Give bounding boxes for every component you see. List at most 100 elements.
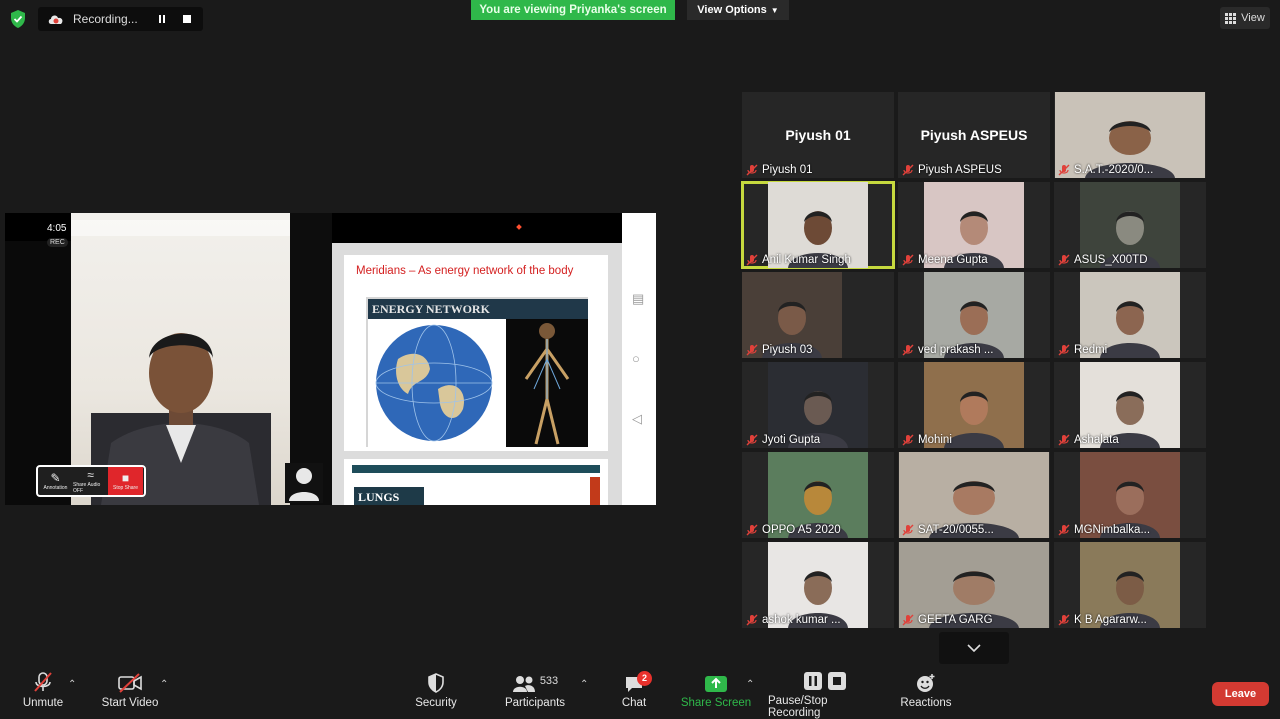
participant-tile[interactable]: ashok kumar ... xyxy=(742,542,894,628)
participant-name: ashok kumar ... xyxy=(762,614,841,626)
presenter-figure xyxy=(91,333,271,505)
participant-name: OPPO A5 2020 xyxy=(762,524,841,536)
security-button[interactable]: Security xyxy=(410,667,462,719)
share-screen-button[interactable]: Share Screen xyxy=(680,667,752,719)
muted-mic-icon xyxy=(1058,614,1070,626)
participant-name: ved prakash ... xyxy=(918,344,994,356)
participants-button[interactable]: 533 Participants xyxy=(502,667,568,719)
reactions-label: Reactions xyxy=(900,697,952,709)
participant-tile[interactable]: MGNimbalka... xyxy=(1054,452,1206,538)
muted-mic-icon xyxy=(1058,254,1070,266)
participant-tile[interactable]: GEETA GARG xyxy=(898,542,1050,628)
chat-label: Chat xyxy=(621,697,647,709)
phone-nav-bar: ▤ ○ ◁ xyxy=(622,213,656,505)
participant-name: Mohini xyxy=(918,434,952,446)
next-page-button[interactable] xyxy=(939,632,1009,664)
pause-stop-recording-label: Pause/Stop Recording xyxy=(768,695,828,719)
participant-tile[interactable]: ved prakash ... xyxy=(898,272,1050,358)
video-options-caret-icon[interactable]: ⌃ xyxy=(160,679,168,690)
participant-tile[interactable]: Piyush ASPEUS Piyush ASPEUS xyxy=(898,92,1050,178)
share-audio-button[interactable]: ≈ Share Audio OFF xyxy=(73,467,108,495)
reactions-button[interactable]: Reactions xyxy=(898,667,954,719)
start-video-button[interactable]: Start Video xyxy=(100,667,160,719)
participants-icon xyxy=(512,676,535,692)
pause-recording-button[interactable] xyxy=(151,9,173,29)
audio-options-caret-icon[interactable]: ⌃ xyxy=(68,679,76,690)
participant-tile[interactable]: OPPO A5 2020 xyxy=(742,452,894,538)
stop-recording-button[interactable] xyxy=(176,9,198,29)
muted-mic-icon xyxy=(1058,524,1070,536)
muted-mic-icon xyxy=(746,524,758,536)
participant-tile[interactable]: ASUS_X00TD xyxy=(1054,182,1206,268)
participant-tile[interactable]: Mohini xyxy=(898,362,1050,448)
security-shield-icon[interactable] xyxy=(8,9,28,29)
participant-tile[interactable]: Ashalata xyxy=(1054,362,1206,448)
energy-network-figure: ENERGY NETWORK xyxy=(366,297,588,447)
share-audio-label: Share Audio OFF xyxy=(73,481,101,494)
shared-screen: 4:05 REC Meridians – As energy network o… xyxy=(5,213,656,505)
recording-label: Recording... xyxy=(73,12,138,26)
unmute-label: Unmute xyxy=(22,697,64,709)
participant-tile[interactable]: Anil Kumar Singh xyxy=(741,181,895,269)
participant-tile[interactable]: K B Agararw... xyxy=(1054,542,1206,628)
muted-mic-icon xyxy=(902,614,914,626)
start-video-label: Start Video xyxy=(101,697,159,709)
stop-square-icon: ■ xyxy=(121,470,130,485)
muted-mic-icon xyxy=(1058,164,1070,176)
slide-card-2: LUNGS xyxy=(344,459,608,505)
chat-unread-badge: 2 xyxy=(637,671,652,686)
pencil-icon: ✎ xyxy=(50,470,61,485)
back-nav-icon[interactable]: ◁ xyxy=(632,411,642,427)
cloud-recording-icon xyxy=(48,15,63,24)
unmute-button[interactable]: Unmute xyxy=(18,667,68,719)
leave-button[interactable]: Leave xyxy=(1212,682,1269,706)
participants-label: Participants xyxy=(504,697,566,709)
nervous-system-image xyxy=(524,323,570,445)
presentation-slides: Meridians – As energy network of the bod… xyxy=(332,243,622,505)
muted-mic-icon xyxy=(1058,344,1070,356)
participant-tile[interactable]: S.A.T.-2020/0... xyxy=(1054,92,1206,178)
participant-name: K B Agararw... xyxy=(1074,614,1147,626)
participant-tile[interactable]: SAT-20/0055... xyxy=(898,452,1050,538)
globe-image xyxy=(375,324,493,442)
security-label: Security xyxy=(415,697,457,709)
participant-name: Redmi xyxy=(1074,344,1108,356)
annotation-button[interactable]: ✎ Annotation xyxy=(38,467,73,495)
viewing-screen-banner: You are viewing Priyanka's screen xyxy=(471,0,675,20)
view-options-button[interactable]: View Options ▼ xyxy=(687,0,789,20)
participant-count: 533 xyxy=(539,675,559,687)
participant-tile[interactable]: Piyush 03 xyxy=(742,272,894,358)
participants-options-caret-icon[interactable]: ⌃ xyxy=(580,679,588,690)
participant-name: ASUS_X00TD xyxy=(1074,254,1148,266)
participant-name: MGNimbalka... xyxy=(1074,524,1151,536)
participant-tile[interactable]: Piyush 01 Piyush 01 xyxy=(742,92,894,178)
muted-mic-icon xyxy=(902,524,914,536)
participant-tile[interactable]: Redmi xyxy=(1054,272,1206,358)
stop-share-button[interactable]: ■ Stop Share xyxy=(108,467,143,495)
recording-indicator: Recording... xyxy=(38,7,203,31)
view-label: View xyxy=(1241,12,1265,24)
annotation-label: Annotation xyxy=(43,484,68,491)
home-nav-icon[interactable]: ○ xyxy=(632,351,640,366)
participant-tile[interactable]: Meena Gupta xyxy=(898,182,1050,268)
chevron-down-icon xyxy=(967,644,981,652)
share-options-caret-icon[interactable]: ⌃ xyxy=(746,679,754,690)
view-options-label: View Options xyxy=(697,4,767,16)
slide-title: Meridians – As energy network of the bod… xyxy=(356,265,574,277)
participant-gallery: Piyush 01 Piyush 01 Piyush ASPEUS Piyush AS… xyxy=(741,92,1206,630)
recents-nav-icon[interactable]: ▤ xyxy=(632,291,644,307)
participant-name: Piyush ASPEUS xyxy=(918,164,1002,176)
chevron-down-icon: ▼ xyxy=(770,5,779,15)
user-silhouette-icon xyxy=(289,468,319,501)
muted-mic-icon xyxy=(746,614,758,626)
pause-icon xyxy=(804,672,822,690)
participant-name: SAT-20/0055... xyxy=(918,524,994,536)
view-layout-button[interactable]: View xyxy=(1220,7,1270,29)
participant-name: Piyush 01 xyxy=(762,164,813,176)
pause-stop-recording-button[interactable]: Pause/Stop Recording xyxy=(768,667,882,719)
participant-tile[interactable]: Jyoti Gupta xyxy=(742,362,894,448)
phone-rec-tag: REC xyxy=(47,238,68,247)
muted-mic-icon xyxy=(902,254,914,266)
muted-mic-icon xyxy=(746,254,758,266)
muted-mic-icon xyxy=(746,434,758,446)
